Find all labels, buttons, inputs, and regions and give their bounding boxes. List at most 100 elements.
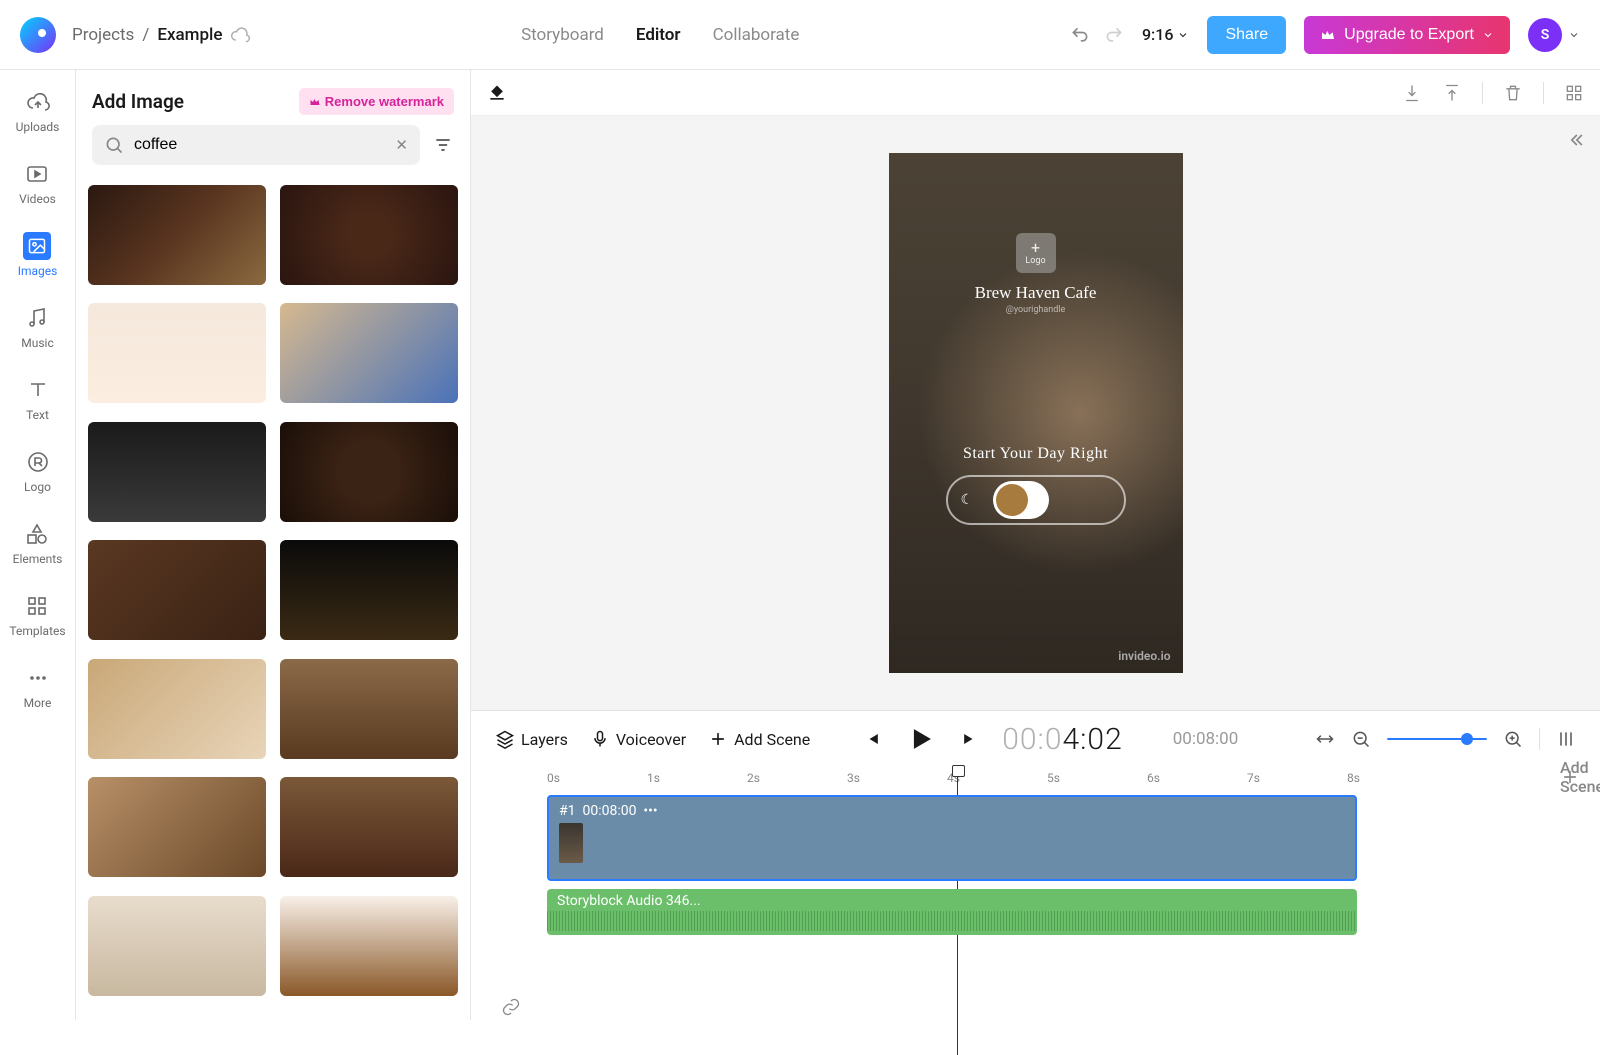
video-icon	[23, 160, 51, 188]
layers-button[interactable]: Layers	[495, 729, 568, 749]
clip-more-icon[interactable]: •••	[643, 803, 657, 819]
trash-icon[interactable]	[1503, 83, 1523, 103]
zoom-slider[interactable]	[1387, 738, 1487, 740]
remove-watermark-button[interactable]: Remove watermark	[299, 88, 454, 115]
image-thumb[interactable]	[280, 185, 458, 285]
logo-placeholder[interactable]: Logo	[1016, 233, 1056, 273]
topbar-right: 9:16 Share Upgrade to Export S	[1070, 16, 1580, 54]
image-thumb[interactable]	[88, 422, 266, 522]
share-button[interactable]: Share	[1207, 16, 1286, 54]
moon-icon: ☾	[961, 492, 983, 508]
mic-icon	[590, 729, 610, 749]
image-thumb[interactable]	[88, 777, 266, 877]
total-duration: 00:08:00	[1173, 729, 1239, 749]
zoom-in-icon[interactable]	[1503, 729, 1523, 749]
cloud-sync-icon[interactable]	[230, 25, 250, 45]
rail-text[interactable]: Text	[24, 372, 52, 426]
image-thumb[interactable]	[280, 659, 458, 759]
undo-icon[interactable]	[1070, 25, 1090, 45]
aspect-ratio-select[interactable]: 9:16	[1142, 25, 1190, 44]
zoom-out-icon[interactable]	[1351, 729, 1371, 749]
tab-collaborate[interactable]: Collaborate	[713, 25, 800, 45]
day-night-toggle[interactable]: ☾	[946, 475, 1126, 525]
add-image-panel: Add Image Remove watermark ✕	[76, 70, 471, 1020]
filter-icon[interactable]	[432, 134, 454, 156]
handle-text[interactable]: @yourighandle	[1006, 305, 1066, 315]
plus-icon	[708, 729, 728, 749]
rail-logo[interactable]: Logo	[24, 444, 52, 498]
image-results-grid[interactable]	[76, 177, 470, 1020]
prev-frame-icon[interactable]	[862, 729, 882, 749]
chevron-down-icon	[1177, 29, 1189, 41]
more-icon	[24, 664, 52, 692]
app-logo-icon[interactable]	[20, 17, 56, 53]
audio-clip[interactable]: Storyblock Audio 346...	[547, 889, 1357, 935]
image-icon	[23, 232, 51, 260]
rail-videos[interactable]: Videos	[19, 156, 56, 210]
track-height-icon[interactable]	[1556, 729, 1576, 749]
tab-storyboard[interactable]: Storyboard	[521, 25, 604, 45]
search-input[interactable]	[134, 136, 385, 154]
registered-icon	[24, 448, 52, 476]
grid-view-icon[interactable]	[1564, 83, 1584, 103]
tagline-text[interactable]: Start Your Day Right	[963, 445, 1108, 463]
fill-tool-icon[interactable]	[487, 83, 507, 103]
next-frame-icon[interactable]	[960, 729, 980, 749]
image-thumb[interactable]	[88, 303, 266, 403]
upload-icon	[24, 88, 52, 116]
image-thumb[interactable]	[280, 540, 458, 640]
text-icon	[24, 376, 52, 404]
breadcrumb-current[interactable]: Example	[157, 25, 222, 45]
image-thumb[interactable]	[88, 896, 266, 996]
timeline-body: 0s 1s 2s 3s 4s 5s 6s 7s 8s Add Scene	[471, 767, 1600, 1020]
breadcrumb-projects[interactable]: Projects	[72, 25, 134, 45]
panel-title: Add Image	[92, 90, 184, 113]
watermark-text: invideo.io	[1118, 649, 1170, 663]
image-thumb[interactable]	[280, 896, 458, 996]
add-scene-end-button[interactable]: Add Scene	[1560, 767, 1580, 787]
chevron-down-icon	[1568, 29, 1580, 41]
grid-icon	[23, 592, 51, 620]
upgrade-button[interactable]: Upgrade to Export	[1304, 16, 1510, 54]
rail-music[interactable]: Music	[21, 300, 53, 354]
rail-templates[interactable]: Templates	[9, 588, 65, 642]
image-thumb[interactable]	[88, 659, 266, 759]
left-rail: Uploads Videos Images Music Text Logo El…	[0, 70, 76, 1020]
canvas-stage[interactable]: Logo Brew Haven Cafe @yourighandle Start…	[471, 116, 1600, 710]
image-thumb[interactable]	[88, 185, 266, 285]
import-icon[interactable]	[1442, 83, 1462, 103]
brand-text[interactable]: Brew Haven Cafe	[975, 283, 1097, 303]
link-tracks-icon[interactable]	[501, 997, 521, 1017]
voiceover-button[interactable]: Voiceover	[590, 729, 686, 749]
image-thumb[interactable]	[280, 422, 458, 522]
avatar: S	[1528, 18, 1562, 52]
collapse-panel-icon[interactable]	[1566, 130, 1586, 150]
add-scene-button[interactable]: Add Scene	[708, 729, 810, 749]
rail-elements[interactable]: Elements	[13, 516, 63, 570]
crown-icon	[309, 96, 321, 108]
shapes-icon	[23, 520, 51, 548]
image-thumb[interactable]	[280, 303, 458, 403]
play-button[interactable]	[904, 722, 938, 756]
user-menu[interactable]: S	[1528, 18, 1580, 52]
video-clip[interactable]: #1 00:08:00 •••	[547, 795, 1357, 881]
timeline-controls: Layers Voiceover Add Scene 00:04:02 00:0…	[471, 711, 1600, 767]
time-ruler[interactable]: 0s 1s 2s 3s 4s 5s 6s 7s 8s Add Scene	[547, 767, 1600, 789]
export-icon[interactable]	[1402, 83, 1422, 103]
preview-frame[interactable]: Logo Brew Haven Cafe @yourighandle Start…	[889, 153, 1183, 673]
toggle-knob	[996, 484, 1028, 516]
chevron-down-icon	[1482, 29, 1494, 41]
clip-thumbnail	[559, 823, 583, 863]
image-thumb[interactable]	[280, 777, 458, 877]
rail-more[interactable]: More	[24, 660, 52, 714]
fit-width-icon[interactable]	[1315, 729, 1335, 749]
breadcrumb: Projects / Example	[72, 25, 250, 45]
redo-icon[interactable]	[1104, 25, 1124, 45]
rail-uploads[interactable]: Uploads	[16, 84, 60, 138]
clear-search-icon[interactable]: ✕	[395, 136, 408, 154]
search-icon	[104, 135, 124, 155]
image-thumb[interactable]	[88, 540, 266, 640]
music-icon	[23, 304, 51, 332]
rail-images[interactable]: Images	[18, 228, 58, 282]
tab-editor[interactable]: Editor	[636, 25, 681, 45]
